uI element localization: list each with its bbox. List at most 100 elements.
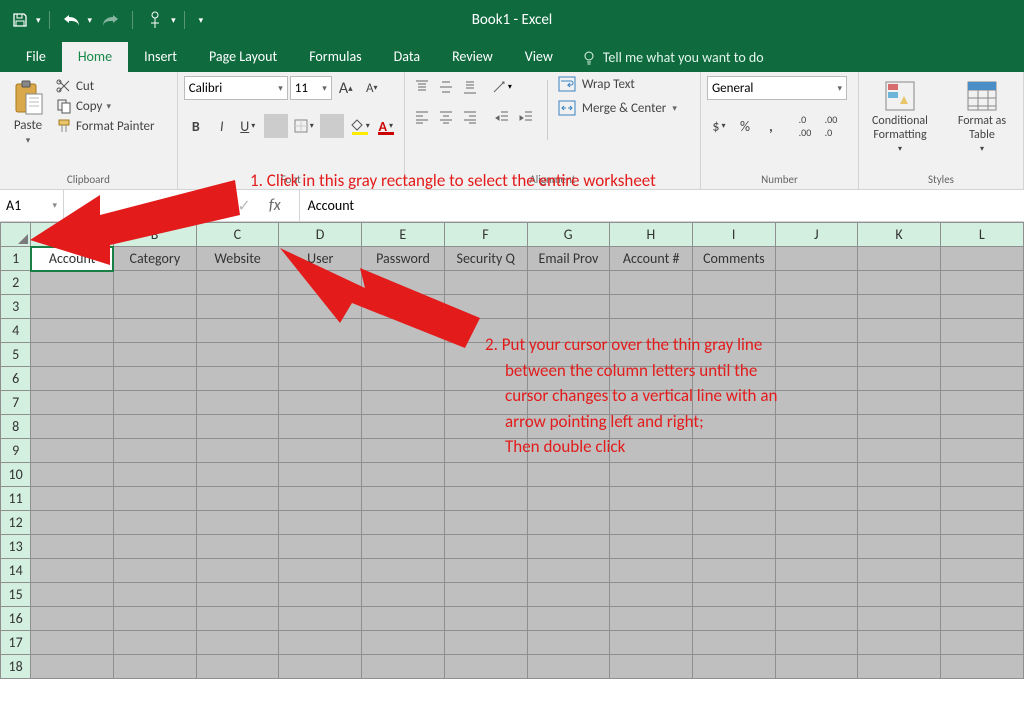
cell[interactable] bbox=[279, 319, 362, 343]
cell[interactable] bbox=[362, 607, 445, 631]
cell[interactable] bbox=[362, 367, 445, 391]
cell[interactable] bbox=[941, 655, 1024, 679]
cell[interactable] bbox=[113, 535, 196, 559]
column-header[interactable]: J bbox=[775, 223, 858, 247]
cell[interactable] bbox=[196, 391, 279, 415]
merge-center-button[interactable]: Merge & Center ▾ bbox=[558, 100, 677, 116]
cell[interactable] bbox=[113, 559, 196, 583]
tab-data[interactable]: Data bbox=[378, 42, 436, 72]
cell[interactable] bbox=[858, 247, 941, 271]
cell[interactable] bbox=[362, 295, 445, 319]
cell[interactable] bbox=[941, 319, 1024, 343]
number-format-select[interactable]: General▾ bbox=[707, 76, 847, 100]
cell[interactable] bbox=[941, 535, 1024, 559]
row-header[interactable]: 5 bbox=[1, 343, 31, 367]
cell[interactable] bbox=[527, 583, 610, 607]
touch-mode-icon[interactable] bbox=[141, 6, 169, 34]
cell[interactable] bbox=[775, 319, 858, 343]
row-header[interactable]: 10 bbox=[1, 463, 31, 487]
cell[interactable] bbox=[941, 559, 1024, 583]
cell[interactable] bbox=[775, 631, 858, 655]
cell[interactable]: Email Prov bbox=[527, 247, 610, 271]
cell[interactable] bbox=[527, 487, 610, 511]
cell[interactable] bbox=[610, 511, 693, 535]
cell[interactable] bbox=[31, 391, 114, 415]
cell[interactable] bbox=[775, 535, 858, 559]
undo-dropdown-icon[interactable]: ▾ bbox=[88, 15, 93, 26]
tab-formulas[interactable]: Formulas bbox=[293, 42, 377, 72]
cell[interactable] bbox=[31, 271, 114, 295]
conditional-formatting-button[interactable]: Conditional Formatting▾ bbox=[865, 80, 935, 154]
cell[interactable] bbox=[31, 295, 114, 319]
cell[interactable] bbox=[858, 343, 941, 367]
cell[interactable] bbox=[693, 271, 776, 295]
cell[interactable] bbox=[196, 271, 279, 295]
cell[interactable] bbox=[196, 583, 279, 607]
cell[interactable] bbox=[941, 391, 1024, 415]
align-left-icon[interactable] bbox=[411, 106, 433, 128]
decrease-font-icon[interactable]: A▾ bbox=[360, 76, 384, 100]
cut-button[interactable]: Cut bbox=[56, 78, 155, 94]
paste-dropdown-icon[interactable]: ▾ bbox=[26, 135, 31, 146]
cell[interactable] bbox=[362, 655, 445, 679]
cell[interactable] bbox=[610, 655, 693, 679]
cell[interactable] bbox=[858, 511, 941, 535]
row-header[interactable]: 13 bbox=[1, 535, 31, 559]
cell[interactable] bbox=[527, 271, 610, 295]
cell[interactable] bbox=[610, 559, 693, 583]
cell[interactable] bbox=[362, 319, 445, 343]
cell[interactable] bbox=[858, 535, 941, 559]
cell[interactable] bbox=[444, 319, 527, 343]
borders-button[interactable]: ▾ bbox=[292, 114, 316, 138]
cell[interactable] bbox=[196, 319, 279, 343]
cell[interactable] bbox=[444, 367, 527, 391]
tab-view[interactable]: View bbox=[509, 42, 569, 72]
cell[interactable] bbox=[693, 607, 776, 631]
cell[interactable] bbox=[279, 343, 362, 367]
row-header[interactable]: 15 bbox=[1, 583, 31, 607]
cell[interactable] bbox=[196, 631, 279, 655]
cell[interactable] bbox=[610, 367, 693, 391]
increase-indent-icon[interactable] bbox=[515, 106, 537, 128]
cell[interactable] bbox=[693, 343, 776, 367]
cell[interactable] bbox=[279, 631, 362, 655]
cell[interactable] bbox=[610, 391, 693, 415]
cell[interactable] bbox=[858, 367, 941, 391]
align-bottom-icon[interactable] bbox=[459, 76, 481, 98]
cell[interactable] bbox=[775, 271, 858, 295]
bold-button[interactable]: B bbox=[184, 114, 208, 138]
cell[interactable] bbox=[775, 295, 858, 319]
cell[interactable]: Website bbox=[196, 247, 279, 271]
cell[interactable] bbox=[941, 295, 1024, 319]
save-icon[interactable] bbox=[6, 6, 34, 34]
cell[interactable] bbox=[527, 535, 610, 559]
cell[interactable] bbox=[775, 559, 858, 583]
cell[interactable] bbox=[279, 415, 362, 439]
increase-decimal-icon[interactable]: .0.00 bbox=[793, 114, 817, 138]
cell[interactable] bbox=[444, 535, 527, 559]
cell[interactable]: User bbox=[279, 247, 362, 271]
cell[interactable] bbox=[693, 583, 776, 607]
cell[interactable] bbox=[775, 439, 858, 463]
cell[interactable] bbox=[858, 391, 941, 415]
cell[interactable] bbox=[693, 487, 776, 511]
cell[interactable] bbox=[693, 655, 776, 679]
cell[interactable] bbox=[858, 415, 941, 439]
tab-review[interactable]: Review bbox=[436, 42, 509, 72]
cell[interactable] bbox=[31, 655, 114, 679]
column-header[interactable]: B bbox=[113, 223, 196, 247]
tab-file[interactable]: File bbox=[10, 42, 62, 72]
align-top-icon[interactable] bbox=[411, 76, 433, 98]
cell[interactable] bbox=[858, 607, 941, 631]
cell[interactable] bbox=[941, 343, 1024, 367]
cell[interactable] bbox=[444, 271, 527, 295]
cell[interactable] bbox=[279, 271, 362, 295]
cell[interactable] bbox=[362, 487, 445, 511]
cell[interactable] bbox=[527, 463, 610, 487]
cell[interactable] bbox=[31, 487, 114, 511]
cell[interactable] bbox=[113, 463, 196, 487]
cell[interactable] bbox=[113, 631, 196, 655]
fx-icon[interactable]: fx bbox=[261, 196, 289, 215]
cell[interactable] bbox=[941, 583, 1024, 607]
cell[interactable] bbox=[527, 343, 610, 367]
